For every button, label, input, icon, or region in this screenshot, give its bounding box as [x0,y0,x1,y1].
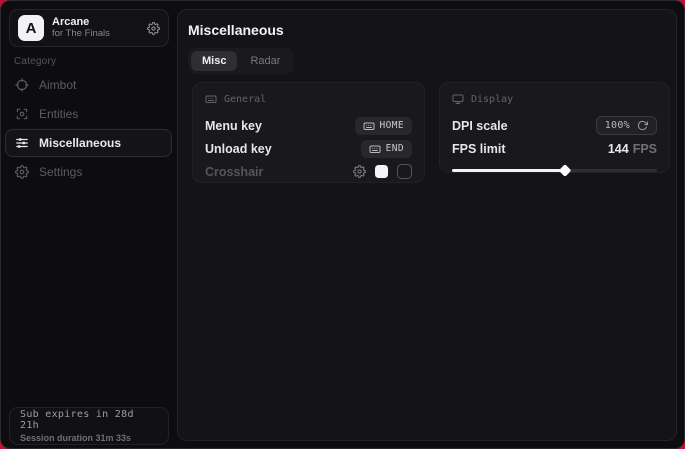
main-panel: Miscellaneous Misc Radar General Menu ke… [177,9,677,441]
refresh-icon[interactable] [637,120,648,131]
crosshair-icon [15,78,29,92]
app-title: Arcane [52,16,139,29]
general-card-title: General [224,94,266,105]
keyboard-icon [369,143,381,155]
crosshair-row: Crosshair [205,160,412,183]
unload-key-label: Unload key [205,142,272,156]
fps-unit: FPS [633,142,657,156]
slider-handle[interactable] [558,164,571,177]
fps-limit-slider[interactable] [452,164,657,176]
crosshair-label: Crosshair [205,165,263,179]
menu-key-label: Menu key [205,119,262,133]
crosshair-color-swatch[interactable] [375,165,388,178]
tab-misc[interactable]: Misc [191,51,237,71]
sidebar: A Arcane for The Finals Category Aimbot … [1,1,177,448]
general-card-header: General [205,93,412,105]
app-subtitle: for The Finals [52,29,139,40]
monitor-icon [452,93,464,105]
slider-fill [452,169,565,172]
sidebar-item-miscellaneous[interactable]: Miscellaneous [5,129,172,157]
app-header-card: A Arcane for The Finals [9,9,169,47]
app-meta: Arcane for The Finals [52,16,139,40]
fps-limit-value: 144 FPS [608,142,657,156]
dpi-scale-row: DPI scale 100% [452,114,657,137]
sidebar-item-label: Aimbot [39,78,76,92]
sidebar-item-label: Settings [39,165,82,179]
dpi-scale-value: 100% [605,120,630,131]
menu-key-row: Menu key HOME [205,114,412,137]
display-card-title: Display [471,94,513,105]
dpi-scale-control[interactable]: 100% [596,116,657,135]
sidebar-item-label: Miscellaneous [39,136,121,150]
menu-key-binding[interactable]: HOME [355,117,412,135]
gear-icon [15,165,29,179]
sidebar-item-label: Entities [39,107,78,121]
gear-icon[interactable] [353,165,366,178]
keyboard-icon [205,93,217,105]
fps-limit-row: FPS limit 144 FPS [452,137,657,160]
sidebar-nav: Aimbot Entities Miscellaneous Settings [5,71,172,187]
unload-key-row: Unload key END [205,137,412,160]
fps-limit-label: FPS limit [452,142,505,156]
entities-icon [15,107,29,121]
tab-bar: Misc Radar [188,48,294,74]
session-duration-text: Session duration 31m 33s [20,433,158,443]
gear-icon[interactable] [147,22,160,35]
fps-number: 144 [608,142,629,156]
display-card: Display DPI scale 100% FPS limit 144 FPS [439,82,670,173]
page-title: Miscellaneous [188,22,284,38]
crosshair-controls [353,164,412,179]
keyboard-icon [363,120,375,132]
crosshair-checkbox[interactable] [397,164,412,179]
sidebar-item-settings[interactable]: Settings [5,158,172,186]
subscription-info-card: Sub expires in 28d 21h Session duration … [9,407,169,445]
general-card: General Menu key HOME Unload key END [192,82,425,183]
tab-radar[interactable]: Radar [239,51,291,71]
sub-expires-text: Sub expires in 28d 21h [20,409,158,431]
app-logo: A [18,15,44,41]
unload-key-value: END [386,143,404,154]
dpi-scale-label: DPI scale [452,119,508,133]
app-window: A Arcane for The Finals Category Aimbot … [0,0,685,449]
category-label: Category [14,56,56,67]
menu-key-value: HOME [380,120,404,131]
sidebar-item-aimbot[interactable]: Aimbot [5,71,172,99]
unload-key-binding[interactable]: END [361,140,412,158]
sliders-icon [15,136,29,150]
sidebar-item-entities[interactable]: Entities [5,100,172,128]
display-card-header: Display [452,93,657,105]
